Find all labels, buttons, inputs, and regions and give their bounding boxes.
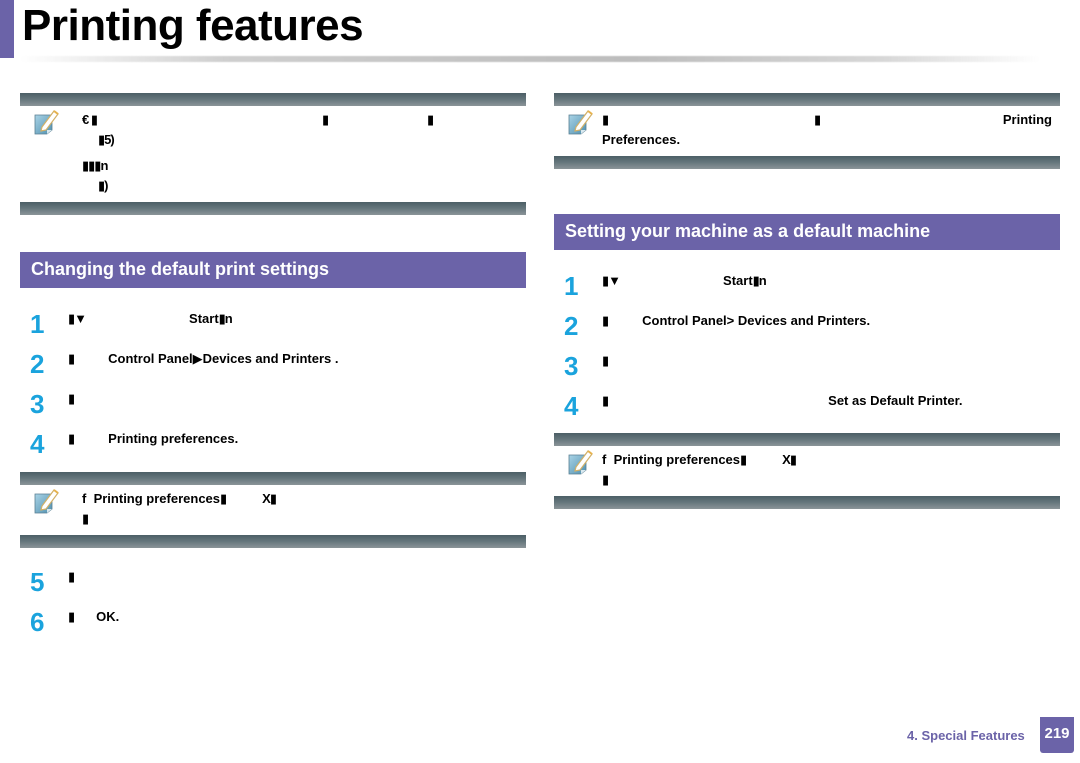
step-number: 4 <box>564 391 579 421</box>
step-text-bold: Control Panel> Devices and Printers. <box>642 313 871 328</box>
note-text-bold: Printing preferences <box>93 491 221 506</box>
note-bar-bottom <box>20 535 526 548</box>
step-item: 2 ▮ Control Panel▶Devices and Printers . <box>20 349 526 379</box>
step-text: ▮n <box>752 273 767 288</box>
step-text-bold: Start <box>723 273 753 288</box>
step-text-bold: Set as Default Printer. <box>828 393 963 408</box>
note-text: X▮ <box>782 452 797 467</box>
step-item: 3 ▮ <box>554 351 1060 381</box>
step-text: ▮ <box>68 351 75 366</box>
note-text: ▮ <box>602 112 609 127</box>
step-text: ▮ <box>68 569 75 584</box>
step-number: 3 <box>30 389 45 419</box>
title-accent-bar <box>0 0 14 58</box>
step-text: ▮▼ <box>602 273 621 288</box>
step-number: 1 <box>30 309 45 339</box>
note-text: X▮ <box>262 491 277 506</box>
step-text-bold: OK. <box>96 609 120 624</box>
note-text: € ▮ <box>82 112 98 127</box>
step-number: 4 <box>30 429 45 459</box>
note-text-bold: Preferences. <box>602 132 681 147</box>
step-text-bold: Printing preferences. <box>108 431 239 446</box>
step-item: 1 ▮▼ Start▮n <box>554 271 1060 301</box>
step-text-bold: Start <box>189 311 219 326</box>
note-text: f <box>602 452 607 467</box>
step-item: 3 ▮ <box>20 389 526 419</box>
step-text-bold: Control Panel▶Devices and Printers <box>108 351 332 366</box>
note-bar-top <box>554 433 1060 446</box>
step-number: 6 <box>30 607 45 637</box>
step-item: 1 ▮▼ Start▮n <box>20 309 526 339</box>
note-pencil-icon <box>34 110 59 135</box>
note-text: ▮ <box>427 112 434 127</box>
note-text: ▮▮▮n <box>82 158 108 173</box>
note-text-bold: Printing preferences <box>613 452 741 467</box>
note-box: € ▮ ▮ ▮ ▮5) ▮▮▮n ▮) <box>20 93 526 215</box>
step-number: 5 <box>30 567 45 597</box>
step-number: 2 <box>564 311 579 341</box>
note-text: ▮ <box>814 112 821 127</box>
note-text: ▮ <box>220 491 227 506</box>
step-text: ▮ <box>602 353 609 368</box>
step-text: ▮ <box>602 313 609 328</box>
note-bar-bottom <box>554 496 1060 509</box>
footer-chapter-link[interactable]: 4. Special Features <box>907 728 1025 743</box>
step-number: 1 <box>564 271 579 301</box>
note-text: f <box>82 491 87 506</box>
note-bar-top <box>554 93 1060 106</box>
note-box: f Printing preferences▮ X▮ ▮ <box>20 472 526 548</box>
step-item: 4 ▮ Set as Default Printer. <box>554 391 1060 421</box>
page-title: Printing features <box>22 1 364 50</box>
title-rule <box>20 56 1040 62</box>
note-text: ▮ <box>602 472 609 487</box>
step-number: 2 <box>30 349 45 379</box>
step-item: 6 ▮ OK. <box>20 607 526 637</box>
note-bar-top <box>20 472 526 485</box>
step-number: 3 <box>564 351 579 381</box>
note-bar-top <box>20 93 526 106</box>
note-bar-bottom <box>20 202 526 215</box>
step-text: ▮ <box>68 609 75 624</box>
note-box: ▮ ▮ Printing Preferences. <box>554 93 1060 169</box>
note-pencil-icon <box>568 450 593 475</box>
step-text: ▮▼ <box>68 311 87 326</box>
step-text: ▮ <box>68 391 75 406</box>
step-item: 5 ▮ <box>20 567 526 597</box>
note-pencil-icon <box>568 110 593 135</box>
step-text: ▮ <box>68 431 75 446</box>
step-item: 2 ▮ Control Panel> Devices and Printers. <box>554 311 1060 341</box>
note-text: ▮5) <box>98 132 115 147</box>
step-item: 4 ▮ Printing preferences. <box>20 429 526 459</box>
step-text: ▮n <box>218 311 233 326</box>
note-box: f Printing preferences▮ X▮ ▮ <box>554 433 1060 509</box>
note-pencil-icon <box>34 489 59 514</box>
page-number-badge: 219 <box>1040 717 1074 753</box>
note-text: ▮ <box>740 452 747 467</box>
note-text: ▮ <box>82 511 89 526</box>
section-header-default-machine: Setting your machine as a default machin… <box>554 214 1060 250</box>
note-text-bold: Printing <box>1002 112 1052 127</box>
section-header-changing-default: Changing the default print settings <box>20 252 526 288</box>
note-text: ▮ <box>322 112 329 127</box>
step-text: . <box>331 351 339 366</box>
note-text: ▮) <box>98 178 108 193</box>
note-bar-bottom <box>554 156 1060 169</box>
step-text: ▮ <box>602 393 609 408</box>
